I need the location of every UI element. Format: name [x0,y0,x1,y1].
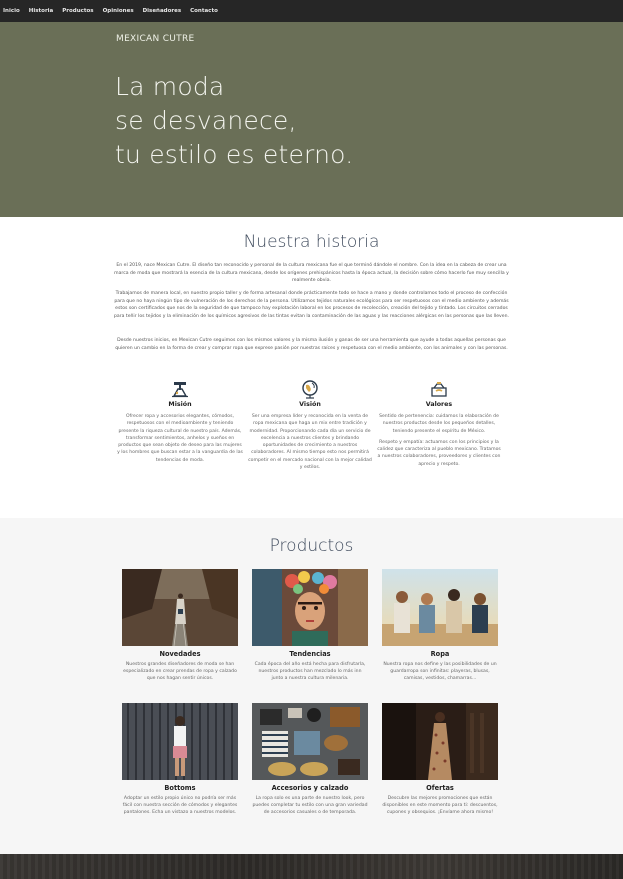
wood-texture [0,854,623,879]
product-title: Ofertas [426,784,454,792]
tailor-icon [172,382,188,398]
products-section: Productos Novedades Nuestros grandes dis… [0,518,623,854]
feature-text: Sentido de pertenencia: cuidamos la elab… [379,414,499,434]
woman-in-floral-dress-photo[interactable] [382,703,498,780]
history-title: Nuestra historia [243,232,380,252]
flat-lay-accessories-photo[interactable] [252,703,368,780]
hero-banner: MEXICAN CUTRE La moda se desvanece, tu e… [0,22,623,217]
hero-line-2: se desvanece, [115,106,297,135]
feature-text-2: Respeto y empatía: actuamos con los prin… [377,439,501,467]
hero-line-1: La moda [115,72,225,101]
top-nav: Inicio Historia Productos Opiniones Dise… [0,0,623,22]
nav-item-disenadores[interactable]: Diseñadores [143,8,182,14]
feature-mision: Misión Ofrecer ropa y accesorios elegant… [117,379,243,464]
feature-title: Misión [168,401,192,408]
product-card-ropa[interactable]: Ropa Nuestra ropa nos define y las posib… [382,569,498,683]
feature-text: Ofrecer ropa y accesorios elegantes, cóm… [117,414,243,463]
nav-item-contacto[interactable]: Contacto [190,8,218,14]
nav-item-opiniones[interactable]: Opiniones [103,8,134,14]
frida-mural-photo[interactable] [252,569,368,646]
feature-title: Visión [299,401,321,408]
history-section: Nuestra historia En el 2019, nace Mexica… [0,217,623,518]
nav-item-inicio[interactable]: Inicio [3,8,20,14]
product-title: Ropa [430,650,450,658]
woman-against-metal-wall-photo[interactable] [122,703,238,780]
product-text: La ropa solo es una parte de nuestro loo… [252,796,368,816]
product-title: Tendencias [289,650,331,658]
handshake-icon [431,382,447,397]
product-text: Nuestros grandes diseñadores de moda se … [123,662,237,682]
friends-at-sunset-photo[interactable] [382,569,498,646]
feature-title: Valores [425,401,453,408]
brand-name: MEXICAN CUTRE [116,34,195,44]
globe-icon [302,380,318,399]
product-title: Novedades [159,650,201,658]
product-card-accesorios[interactable]: Accesorios y calzado La ropa solo es una… [252,703,368,817]
feature-valores: Valores Sentido de pertenencia: cuidamos… [376,379,502,468]
history-paragraph-2: Trabajamos de manera local, en nuestro p… [114,291,509,319]
product-card-bottoms[interactable]: Bottoms Adoptar un estilo propio único n… [122,703,238,817]
footer-wood-banner [0,854,623,879]
product-title: Bottoms [164,784,196,792]
product-text: Cada época del año está hecha para disfr… [254,662,366,682]
product-card-novedades[interactable]: Novedades Nuestros grandes diseñadores d… [122,569,238,683]
history-paragraph-1: En el 2019, nace Mexican Cutre. El diseñ… [114,263,509,284]
nav-item-historia[interactable]: Historia [29,8,53,14]
feature-text: Ser una empresa líder y reconocida en la… [248,414,372,471]
feature-vision: Visión Ser una empresa líder y reconocid… [247,379,373,471]
product-card-tendencias[interactable]: Tendencias Cada época del año está hecha… [252,569,368,683]
product-text: Nuestra ropa nos define y las posibilida… [383,662,497,682]
product-title: Accesorios y calzado [271,784,349,792]
history-paragraph-3: Desde nuestros inicios, en Mexican Cutre… [115,338,508,351]
hero-line-3: tu estilo es eterno. [115,140,354,169]
products-title: Productos [269,536,354,556]
nav-item-productos[interactable]: Productos [62,8,93,14]
woman-with-poncho-on-railway-photo[interactable] [122,569,238,646]
product-card-ofertas[interactable]: Ofertas Descubre las mejores promociones… [382,703,498,817]
product-text: Adoptar un estilo propio único no podría… [122,796,238,816]
product-text: Descubre las mejores promociones que est… [382,796,498,816]
